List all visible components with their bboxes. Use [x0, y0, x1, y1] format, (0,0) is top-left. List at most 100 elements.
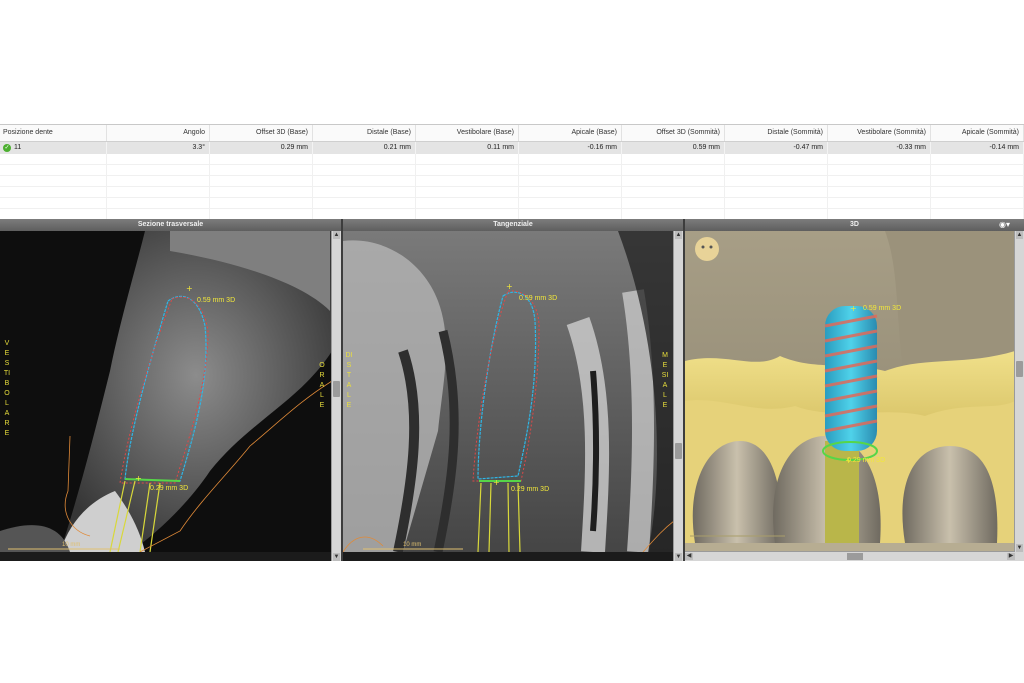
tangential-pane[interactable]: Tangenziale + + DISTALE MESIALE 0.59 mm …	[343, 219, 683, 561]
empty-cell	[519, 187, 622, 197]
three-d-view[interactable]: + + 0.59 mm 3D 0.29 mm 3D	[685, 231, 1024, 561]
column-header[interactable]: Apicale (Base)	[519, 125, 622, 141]
empty-cell	[622, 176, 725, 186]
vestibular-label: VESTIBOLARE	[3, 340, 11, 437]
scroll-down-icon[interactable]: ▼	[1016, 544, 1023, 552]
empty-cell	[622, 154, 725, 164]
scroll-down-icon[interactable]: ▼	[333, 553, 340, 561]
empty-cell	[416, 187, 519, 197]
three-d-render: + +	[685, 231, 1015, 543]
empty-cell	[416, 209, 519, 219]
column-header[interactable]: Angolo	[107, 125, 210, 141]
svg-text:+: +	[506, 282, 513, 291]
svg-text:+: +	[186, 284, 193, 293]
empty-cell	[622, 209, 725, 219]
check-icon: ✓	[3, 144, 11, 152]
empty-cell	[931, 198, 1024, 208]
scroll-left-icon[interactable]: ◀	[685, 553, 693, 560]
table-row[interactable]: ✓ 11 3.3° 0.29 mm 0.21 mm 0.11 mm -0.16 mm 0.59…	[0, 142, 1024, 154]
table-header: Posizione dente Angolo Offset 3D (Base) Dis…	[0, 125, 1024, 142]
empty-cell	[622, 198, 725, 208]
empty-cell	[931, 176, 1024, 186]
empty-cell	[0, 165, 107, 175]
cross-section-pane[interactable]: Sezione trasversale + + VESTIBOLARE ORAL…	[0, 219, 341, 561]
column-header[interactable]: Distale (Base)	[313, 125, 416, 141]
scroll-up-icon[interactable]: ▲	[675, 231, 682, 239]
table-cell: -0.16 mm	[519, 142, 622, 154]
empty-cell	[107, 187, 210, 197]
empty-cell	[313, 165, 416, 175]
viewports: Sezione trasversale + + VESTIBOLARE ORAL…	[0, 219, 1024, 561]
cross-section-image: + +	[0, 231, 333, 553]
three-d-pane[interactable]: 3D ◉▾ + + 0.59 mm 3D 0.29 mm 3D ▲ ▼ ◀ ▶	[685, 219, 1024, 561]
empty-cell	[313, 209, 416, 219]
scroll-up-icon[interactable]: ▲	[333, 231, 340, 239]
empty-cell	[0, 209, 107, 219]
three-d-bottom-measure: 0.29 mm 3D	[847, 457, 886, 464]
empty-cell	[416, 154, 519, 164]
empty-cell	[107, 198, 210, 208]
column-header[interactable]: Apicale (Sommità)	[931, 125, 1024, 141]
empty-cell	[519, 198, 622, 208]
empty-row	[0, 165, 1024, 176]
scroll-down-icon[interactable]: ▼	[675, 553, 682, 561]
column-header[interactable]: Offset 3D (Sommità)	[622, 125, 725, 141]
svg-text:+: +	[850, 304, 857, 313]
empty-cell	[0, 187, 107, 197]
empty-cell	[210, 187, 313, 197]
empty-cell	[107, 209, 210, 219]
empty-cell	[416, 198, 519, 208]
empty-row	[0, 187, 1024, 198]
empty-cell	[416, 165, 519, 175]
empty-cell	[828, 187, 931, 197]
tooth-position-value: 11	[14, 144, 22, 151]
oral-label: ORALE	[319, 362, 325, 409]
empty-cell	[107, 176, 210, 186]
column-header[interactable]: Posizione dente	[0, 125, 107, 141]
empty-cell	[519, 165, 622, 175]
scroll-right-icon[interactable]: ▶	[1007, 553, 1015, 560]
table-cell: 3.3°	[107, 142, 210, 154]
empty-cell	[0, 198, 107, 208]
empty-cell	[828, 154, 931, 164]
three-d-horizontal-scrollbar[interactable]: ◀ ▶	[685, 551, 1015, 561]
empty-cell	[931, 165, 1024, 175]
tangential-image: + +	[343, 231, 675, 554]
scroll-up-icon[interactable]: ▲	[1016, 231, 1023, 239]
column-header[interactable]: Vestibolare (Base)	[416, 125, 519, 141]
three-d-vertical-scrollbar[interactable]: ▲ ▼	[1014, 231, 1024, 561]
three-d-title: 3D	[685, 219, 1024, 231]
cross-section-view[interactable]: + + VESTIBOLARE ORALE 0.59 mm 3D 0.29 mm…	[0, 231, 341, 561]
visibility-eye-icon[interactable]: ◉▾	[999, 220, 1010, 230]
cross-section-title: Sezione trasversale	[0, 219, 341, 231]
empty-row	[0, 154, 1024, 165]
column-header[interactable]: Distale (Sommità)	[725, 125, 828, 141]
scroll-thumb[interactable]	[1016, 361, 1023, 377]
tangential-view[interactable]: + + DISTALE MESIALE 0.59 mm 3D 0.29 mm 3…	[343, 231, 683, 561]
table-cell: 0.29 mm	[210, 142, 313, 154]
empty-cell	[931, 187, 1024, 197]
column-header[interactable]: Offset 3D (Base)	[210, 125, 313, 141]
empty-cell	[725, 198, 828, 208]
scroll-thumb[interactable]	[847, 553, 863, 560]
empty-cell	[931, 209, 1024, 219]
tangential-vertical-scrollbar[interactable]: ▲ ▼	[673, 231, 683, 561]
empty-cell	[622, 165, 725, 175]
scroll-thumb[interactable]	[333, 381, 340, 397]
table-cell: 0.11 mm	[416, 142, 519, 154]
empty-cell	[107, 165, 210, 175]
table-cell: -0.14 mm	[931, 142, 1024, 154]
svg-text:+: +	[493, 478, 500, 487]
cross-vertical-scrollbar[interactable]: ▲ ▼	[331, 231, 341, 561]
table-cell: ✓ 11	[0, 142, 107, 154]
empty-row	[0, 198, 1024, 209]
tangential-top-measure: 0.59 mm 3D	[519, 295, 558, 302]
empty-cell	[519, 209, 622, 219]
empty-cell	[828, 165, 931, 175]
cross-top-measure: 0.59 mm 3D	[197, 297, 236, 304]
table-cell: 0.21 mm	[313, 142, 416, 154]
empty-cell	[622, 187, 725, 197]
scroll-thumb[interactable]	[675, 443, 682, 459]
empty-cell	[725, 154, 828, 164]
column-header[interactable]: Vestibolare (Sommità)	[828, 125, 931, 141]
